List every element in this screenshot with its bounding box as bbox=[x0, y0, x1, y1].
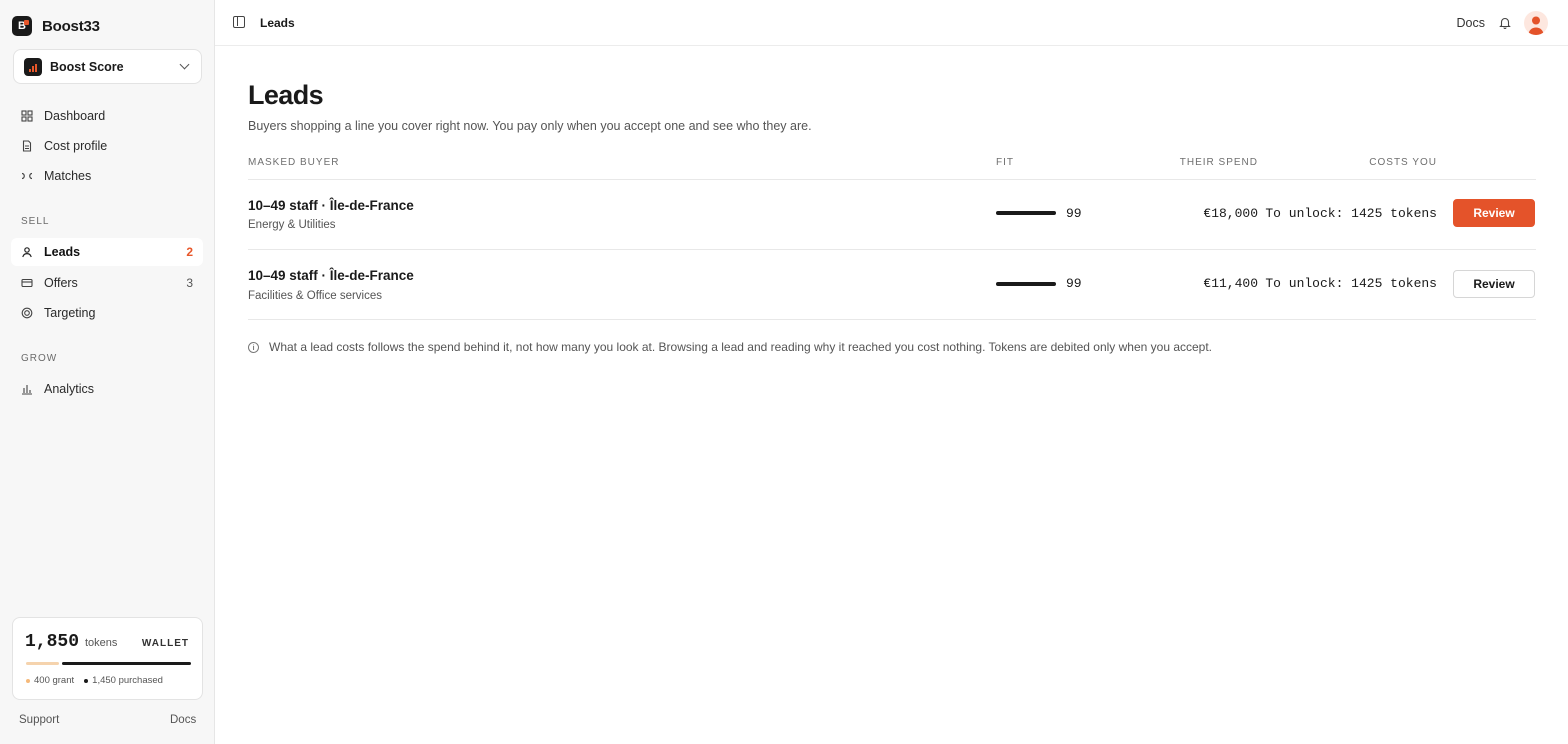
lead-sector: Facilities & Office services bbox=[248, 290, 382, 302]
wallet-purchased-bar bbox=[62, 662, 191, 665]
purchased-dot-icon bbox=[84, 678, 89, 683]
bar-chart-icon bbox=[24, 57, 42, 76]
column-header-costs-you: COSTS YOU bbox=[1369, 157, 1437, 168]
sidebar-item-label: Cost profile bbox=[44, 139, 108, 153]
sidebar-item-dashboard[interactable]: Dashboard bbox=[11, 102, 203, 130]
unlock-cost: To unlock: 1425 tokens bbox=[1265, 276, 1437, 291]
offers-count-badge: 3 bbox=[186, 276, 193, 290]
breadcrumb: Leads bbox=[260, 16, 295, 30]
pricing-note-text: What a lead costs follows the spend behi… bbox=[269, 340, 1213, 354]
wallet-legend: 400 grant 1,450 purchased bbox=[26, 675, 163, 686]
info-icon: i bbox=[248, 341, 259, 353]
legend-purchased-label: 1,450 purchased bbox=[92, 675, 163, 686]
leads-count-badge: 2 bbox=[186, 245, 193, 259]
fit-bar bbox=[996, 282, 1056, 286]
section-label-grow: GROW bbox=[21, 353, 58, 364]
wallet-amount: 1,850 bbox=[25, 632, 80, 652]
their-spend: €11,400 bbox=[1203, 276, 1258, 291]
review-button[interactable]: Review bbox=[1453, 270, 1535, 298]
grant-dot-icon bbox=[26, 678, 30, 683]
bar-chart-icon bbox=[21, 383, 33, 395]
review-button[interactable]: Review bbox=[1453, 199, 1535, 227]
sidebar-item-leads[interactable]: Leads 2 bbox=[11, 238, 203, 266]
sidebar-item-label: Leads bbox=[44, 245, 81, 259]
docs-link[interactable]: Docs bbox=[1457, 16, 1485, 30]
logo-icon: B bbox=[12, 16, 32, 36]
fit-score: 99 bbox=[1066, 276, 1082, 291]
lead-title: 10–49 staff · Île-de-France bbox=[248, 268, 414, 283]
workspace-name: Boost Score bbox=[50, 59, 124, 74]
pricing-note: i What a lead costs follows the spend be… bbox=[248, 340, 1212, 354]
wallet-grant-bar bbox=[26, 662, 59, 665]
matches-icon bbox=[21, 170, 33, 182]
chevron-down-icon bbox=[179, 59, 190, 70]
page-subtitle: Buyers shopping a line you cover right n… bbox=[248, 119, 812, 133]
section-label-sell: SELL bbox=[21, 216, 50, 227]
wallet-card[interactable]: 1,850 tokens WALLET 400 grant 1,450 purc… bbox=[12, 617, 203, 700]
sidebar-item-label: Matches bbox=[44, 169, 92, 183]
lead-sector: Energy & Utilities bbox=[248, 219, 336, 231]
legend-grant-label: 400 grant bbox=[34, 675, 75, 686]
sidebar-item-analytics[interactable]: Analytics bbox=[11, 375, 203, 403]
sidebar-item-targeting[interactable]: Targeting bbox=[11, 299, 203, 327]
file-icon bbox=[21, 140, 33, 152]
user-icon bbox=[21, 246, 33, 258]
sidebar-item-matches[interactable]: Matches bbox=[11, 162, 203, 190]
sidebar-item-label: Offers bbox=[44, 276, 78, 290]
card-icon bbox=[21, 277, 33, 289]
page-title: Leads bbox=[248, 80, 324, 110]
fit-score: 99 bbox=[1066, 206, 1082, 221]
lead-title: 10–49 staff · Île-de-France bbox=[248, 198, 414, 213]
workspace-switcher[interactable]: Boost Score bbox=[13, 49, 202, 84]
sidebar-toggle-icon[interactable] bbox=[233, 16, 245, 28]
topbar: Leads Docs bbox=[215, 0, 1568, 46]
wallet-unit: tokens bbox=[85, 637, 118, 649]
target-icon bbox=[21, 307, 33, 319]
divider bbox=[248, 179, 1536, 180]
sidebar-item-label: Analytics bbox=[44, 382, 95, 396]
sidebar-docs-link[interactable]: Docs bbox=[170, 714, 196, 726]
sidebar-item-offers[interactable]: Offers 3 bbox=[11, 269, 203, 297]
bell-icon[interactable] bbox=[1499, 16, 1511, 30]
brand[interactable]: B Boost33 bbox=[12, 15, 100, 37]
column-header-their-spend: THEIR SPEND bbox=[1179, 157, 1258, 168]
their-spend: €18,000 bbox=[1203, 206, 1258, 221]
support-link[interactable]: Support bbox=[19, 714, 59, 726]
sidebar-item-cost-profile[interactable]: Cost profile bbox=[11, 132, 203, 160]
divider bbox=[248, 249, 1536, 250]
brand-name: Boost33 bbox=[42, 17, 100, 35]
sidebar-item-label: Targeting bbox=[44, 306, 96, 320]
divider bbox=[248, 319, 1536, 320]
column-header-fit: FIT bbox=[996, 157, 1014, 168]
legend-grant: 400 grant bbox=[26, 675, 74, 686]
wallet-label: WALLET bbox=[141, 638, 189, 649]
sidebar-item-label: Dashboard bbox=[44, 109, 106, 123]
sidebar: B Boost33 Boost Score Dashboard Cost pro… bbox=[0, 0, 215, 744]
fit-bar bbox=[996, 211, 1056, 215]
dashboard-icon bbox=[21, 110, 33, 122]
unlock-cost: To unlock: 1425 tokens bbox=[1265, 206, 1437, 221]
avatar[interactable] bbox=[1524, 11, 1548, 35]
column-header-masked-buyer: MASKED BUYER bbox=[248, 157, 340, 168]
legend-purchased: 1,450 purchased bbox=[84, 675, 163, 686]
